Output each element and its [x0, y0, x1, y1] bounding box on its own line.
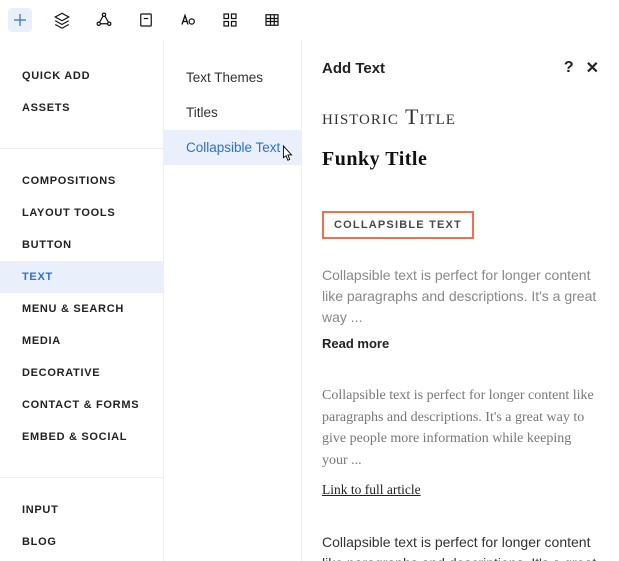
sample-desc: Collapsible text is perfect for longer c… — [322, 385, 599, 472]
type-icon[interactable] — [176, 8, 200, 32]
read-more-link[interactable]: Read more — [322, 336, 599, 351]
submenu: Text Themes Titles Collapsible Text — [164, 40, 302, 561]
sidebar-item-decorative[interactable]: DECORATIVE — [0, 357, 163, 389]
plus-icon[interactable] — [8, 8, 32, 32]
top-toolbar — [0, 0, 619, 40]
sidebar-item-menu-search[interactable]: MENU & SEARCH — [0, 293, 163, 325]
historic-title-sample[interactable]: historic Title — [322, 104, 599, 130]
apps-icon[interactable] — [218, 8, 242, 32]
sample-desc: Collapsible text is perfect for longer c… — [322, 265, 599, 328]
close-icon[interactable]: ✕ — [586, 58, 599, 78]
link-full-article[interactable]: Link to full article — [322, 482, 599, 498]
sample-desc: Collapsible text is perfect for longer c… — [322, 532, 599, 561]
table-icon[interactable] — [260, 8, 284, 32]
sidebar-item-input[interactable]: INPUT — [0, 494, 163, 526]
sidebar-item-layout-tools[interactable]: LAYOUT TOOLS — [0, 197, 163, 229]
divider — [0, 477, 163, 478]
sidebar-item-contact-forms[interactable]: CONTACT & FORMS — [0, 389, 163, 421]
share-icon[interactable] — [92, 8, 116, 32]
submenu-item-titles[interactable]: Titles — [164, 95, 301, 130]
submenu-item-text-themes[interactable]: Text Themes — [164, 60, 301, 95]
collapsible-sample-2[interactable]: Collapsible text is perfect for longer c… — [322, 385, 599, 498]
funky-title-sample[interactable]: Funky Title — [322, 148, 599, 171]
divider — [0, 148, 163, 149]
sidebar-item-blog[interactable]: BLOG — [0, 526, 163, 558]
help-icon[interactable]: ? — [564, 59, 574, 77]
sidebar-item-text[interactable]: TEXT — [0, 261, 163, 293]
note-icon[interactable] — [134, 8, 158, 32]
panel-title: Add Text — [322, 60, 385, 77]
right-panel: Add Text ? ✕ historic Title Funky Title … — [302, 40, 619, 561]
left-sidebar: QUICK ADD ASSETS COMPOSITIONS LAYOUT TOO… — [0, 40, 164, 561]
submenu-item-collapsible-text[interactable]: Collapsible Text — [164, 130, 301, 165]
collapsible-sample-3[interactable]: Collapsible text is perfect for longer c… — [322, 532, 599, 561]
sidebar-item-media[interactable]: MEDIA — [0, 325, 163, 357]
sidebar-item-quick-add[interactable]: QUICK ADD — [0, 60, 163, 92]
layers-icon[interactable] — [50, 8, 74, 32]
sidebar-item-embed-social[interactable]: EMBED & SOCIAL — [0, 421, 163, 453]
sidebar-item-button[interactable]: BUTTON — [0, 229, 163, 261]
collapsible-sample-1[interactable]: Collapsible text is perfect for longer c… — [322, 265, 599, 351]
sidebar-item-compositions[interactable]: COMPOSITIONS — [0, 165, 163, 197]
section-label-collapsible: COLLAPSIBLE TEXT — [322, 211, 474, 239]
sidebar-item-assets[interactable]: ASSETS — [0, 92, 163, 124]
